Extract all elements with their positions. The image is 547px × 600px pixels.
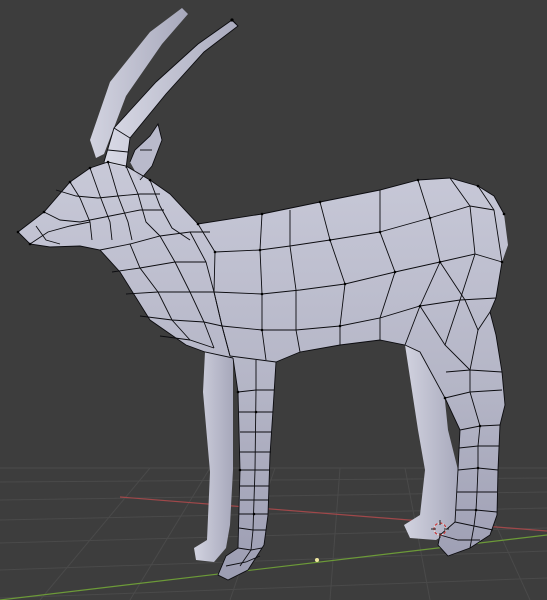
3d-viewport[interactable]: [0, 0, 547, 600]
viewport-canvas[interactable]: [0, 0, 547, 600]
object-origin-icon[interactable]: [315, 558, 319, 562]
